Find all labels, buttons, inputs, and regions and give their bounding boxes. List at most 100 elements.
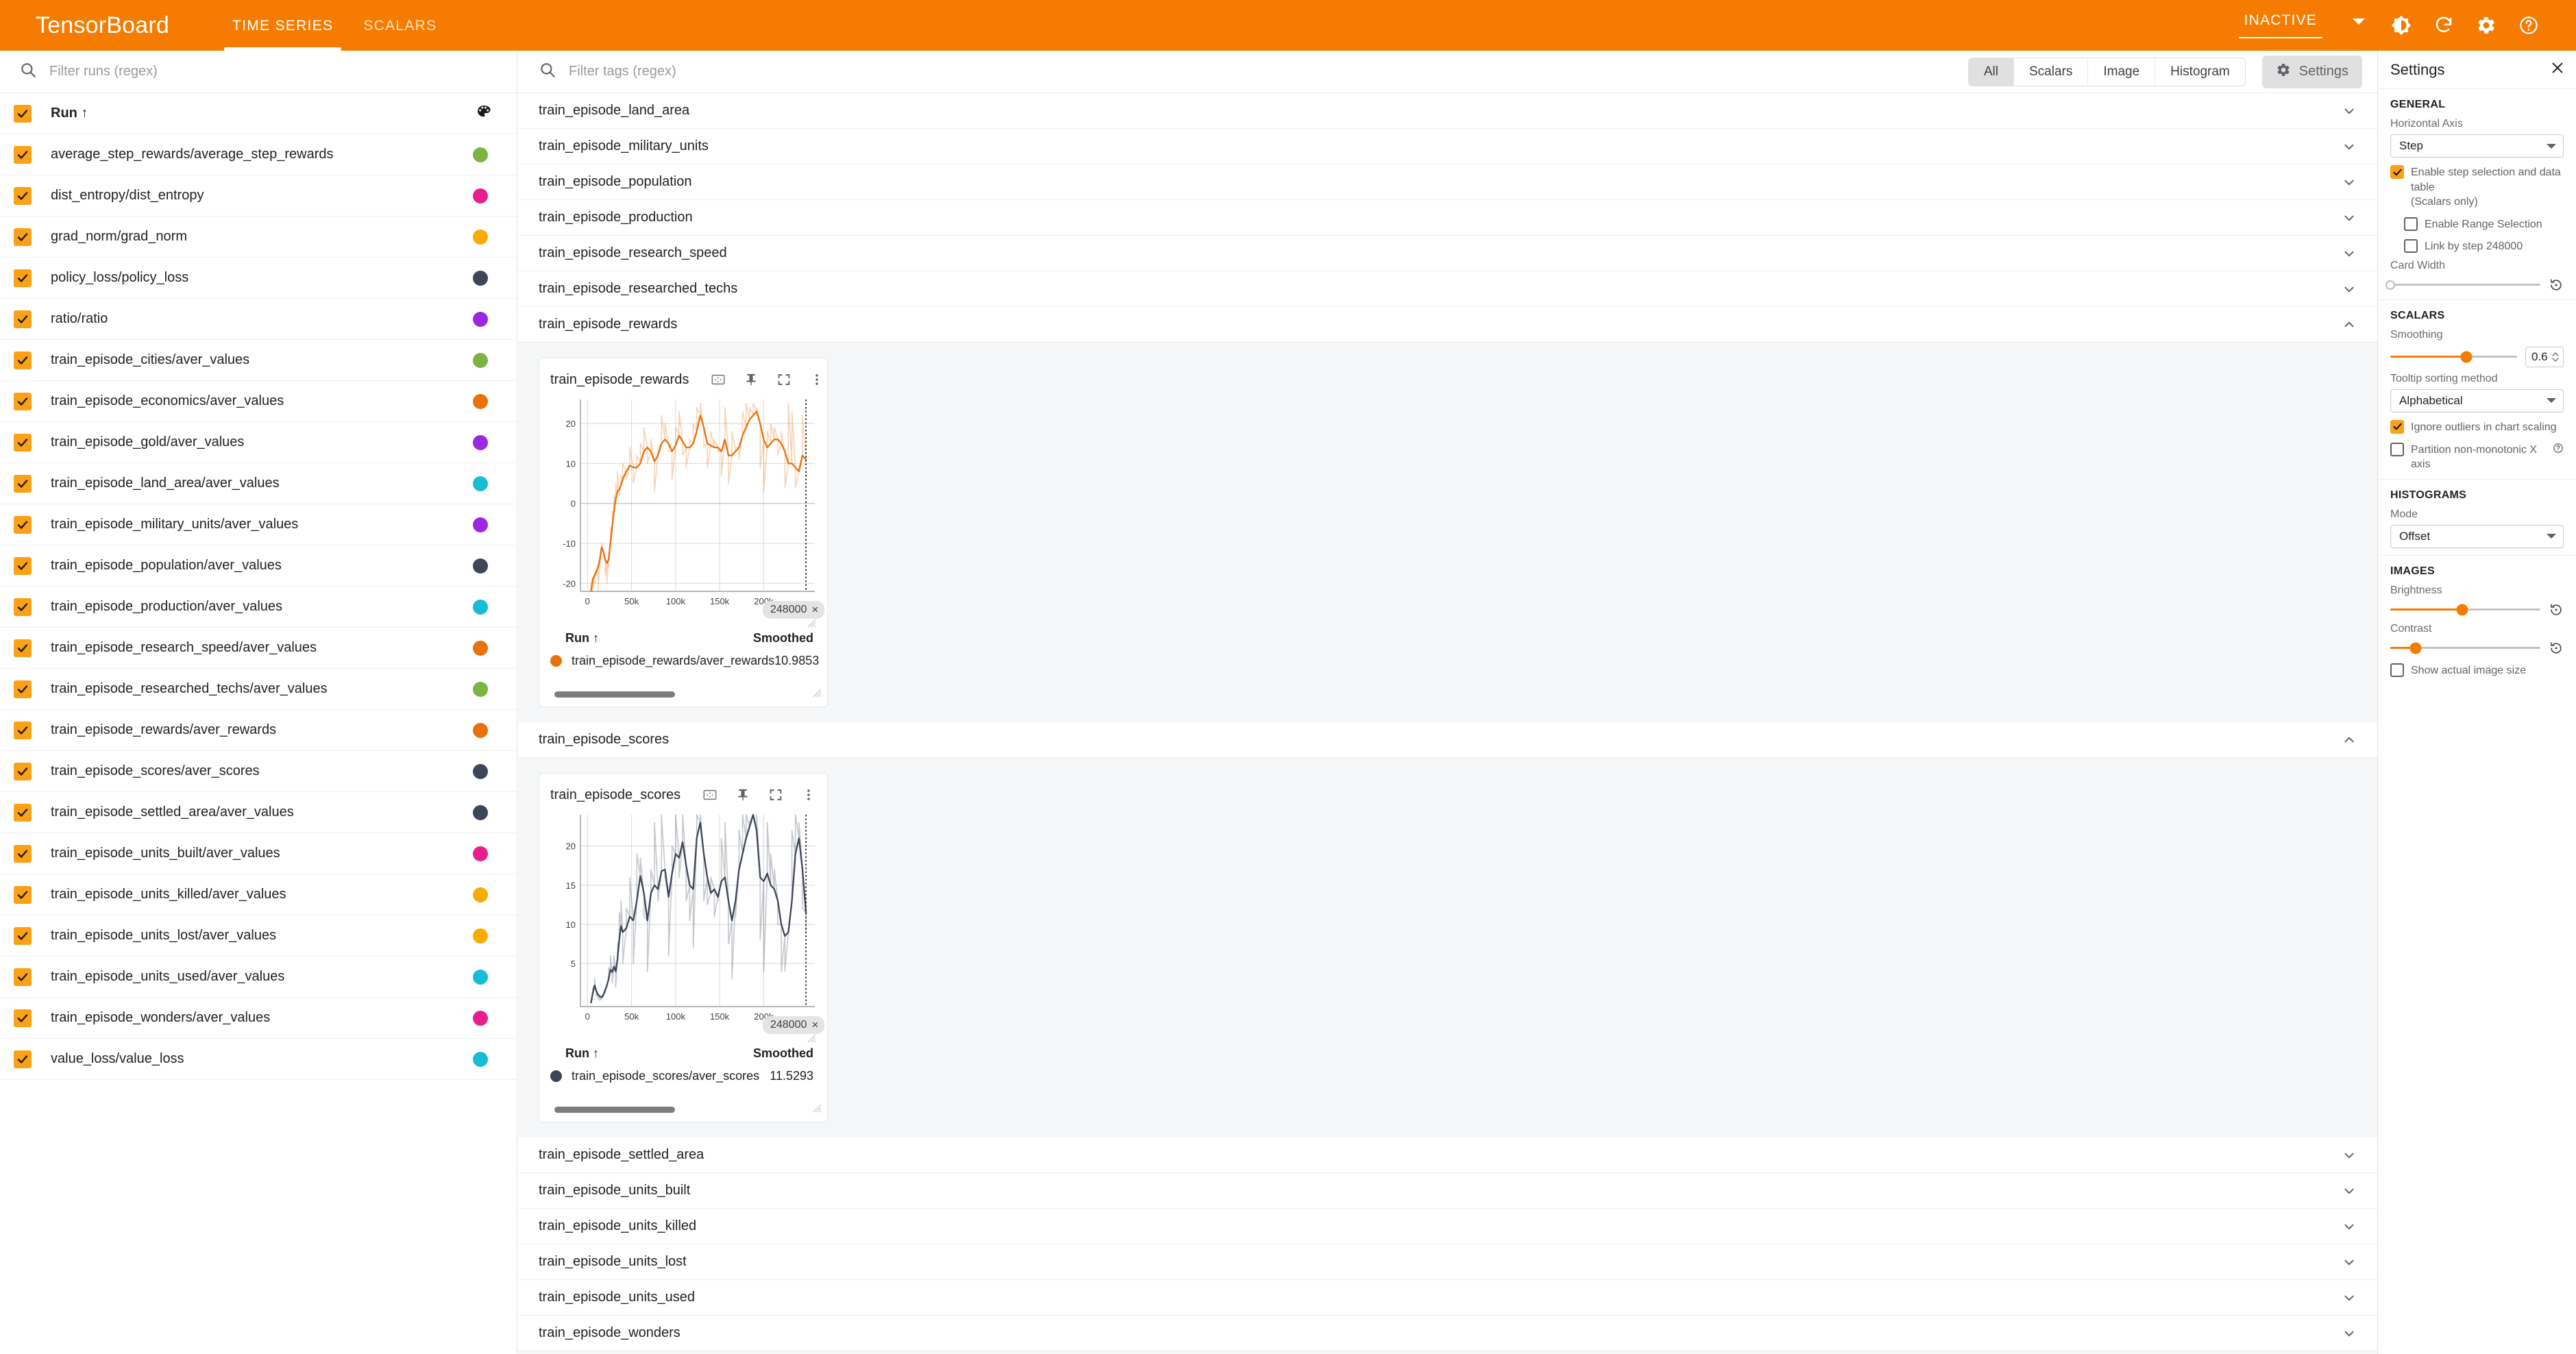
run-checkbox[interactable]	[14, 639, 32, 657]
run-row[interactable]: dist_entropy/dist_entropy	[0, 175, 517, 217]
fit-domain-icon[interactable]	[702, 787, 717, 802]
run-row[interactable]: average_step_rewards/average_step_reward…	[0, 134, 517, 175]
reset-icon[interactable]	[2549, 278, 2564, 293]
tag-group-header[interactable]: train_episode_land_area	[518, 93, 2377, 129]
tag-group-header[interactable]: train_episode_units_used	[518, 1280, 2377, 1316]
legend-row[interactable]: train_episode_rewards/aver_rewards 10.985…	[550, 654, 819, 668]
chevron-down-icon[interactable]	[2342, 175, 2357, 190]
legend-horizontal-scrollbar[interactable]	[550, 1107, 816, 1115]
run-row[interactable]: train_episode_military_units/aver_values	[0, 504, 517, 545]
chevron-down-icon[interactable]	[2342, 246, 2357, 261]
clear-step-icon[interactable]: ×	[811, 603, 818, 617]
enable-step-selection-row[interactable]: Enable step selection and data table (Sc…	[2390, 165, 2564, 210]
ignore-outliers-row[interactable]: Ignore outliers in chart scaling	[2390, 419, 2564, 435]
run-checkbox[interactable]	[14, 1009, 32, 1027]
run-row[interactable]: train_episode_research_speed/aver_values	[0, 628, 517, 669]
chip-histogram[interactable]: Histogram	[2155, 58, 2245, 86]
card-resize-grip[interactable]	[811, 687, 822, 701]
run-row[interactable]: train_episode_wonders/aver_values	[0, 998, 517, 1039]
chart-resize-grip[interactable]	[805, 617, 816, 631]
link-by-step-row[interactable]: Link by step 248000	[2404, 239, 2564, 254]
chevron-down-icon[interactable]	[2342, 103, 2357, 119]
run-row[interactable]: train_episode_gold/aver_values	[0, 422, 517, 463]
run-filter-bar[interactable]: Filter runs (regex)	[0, 51, 517, 93]
run-checkbox[interactable]	[14, 1050, 32, 1068]
tag-group-header[interactable]: train_episode_units_built	[518, 1173, 2377, 1209]
pin-icon[interactable]	[735, 787, 750, 802]
tag-group-header[interactable]: train_episode_production	[518, 200, 2377, 236]
legend-row[interactable]: train_episode_scores/aver_scores 11.5293	[550, 1069, 816, 1083]
tag-group-header[interactable]: train_episode_military_units	[518, 129, 2377, 164]
tag-group-header[interactable]: train_episode_population	[518, 164, 2377, 200]
run-row[interactable]: train_episode_units_built/aver_values	[0, 833, 517, 874]
run-row[interactable]: train_episode_production/aver_values	[0, 587, 517, 628]
run-status-selector[interactable]: INACTIVE	[2238, 12, 2365, 38]
fullscreen-icon[interactable]	[768, 787, 783, 802]
run-checkbox[interactable]	[14, 721, 32, 739]
run-checkbox[interactable]	[14, 269, 32, 287]
link-by-step-checkbox[interactable]	[2404, 239, 2418, 254]
brightness-slider[interactable]	[2390, 604, 2540, 616]
chart-plot[interactable]: 20 10 0 -10 -20 0 50k 100k 150k 200k 248000 ×	[550, 395, 825, 628]
chip-image[interactable]: Image	[2088, 58, 2156, 86]
clear-step-icon[interactable]: ×	[811, 1018, 818, 1032]
smoothing-stepper[interactable]: 0.6	[2525, 346, 2564, 367]
chart-plot[interactable]: 20 15 10 5 0 50k 100k 150k 200k 248000 ×	[550, 811, 825, 1043]
run-row[interactable]: train_episode_cities/aver_values	[0, 340, 517, 381]
run-row[interactable]: grad_norm/grad_norm	[0, 217, 517, 258]
run-checkbox[interactable]	[14, 145, 32, 164]
contrast-slider[interactable]	[2390, 642, 2540, 654]
run-row[interactable]: train_episode_land_area/aver_values	[0, 463, 517, 504]
run-row[interactable]: train_episode_researched_techs/aver_valu…	[0, 669, 517, 710]
chevron-down-icon[interactable]	[2342, 210, 2357, 225]
run-checkbox[interactable]	[14, 803, 32, 822]
tab-time-series[interactable]: TIME SERIES	[217, 1, 348, 51]
run-row[interactable]: policy_loss/policy_loss	[0, 258, 517, 299]
fullscreen-icon[interactable]	[776, 372, 792, 387]
tag-group-header[interactable]: train_episode_settled_area	[518, 1137, 2377, 1173]
overflow-menu-icon[interactable]	[809, 372, 824, 387]
chevron-up-icon[interactable]	[2342, 733, 2357, 748]
chevron-down-icon[interactable]	[2342, 1326, 2357, 1341]
brightness-icon[interactable]	[2380, 4, 2422, 47]
show-actual-image-size-row[interactable]: Show actual image size	[2390, 663, 2564, 678]
chip-scalars[interactable]: Scalars	[2013, 58, 2089, 86]
enable-step-selection-checkbox[interactable]	[2390, 165, 2404, 179]
legend-horizontal-scrollbar[interactable]	[550, 691, 816, 700]
run-row[interactable]: train_episode_units_used/aver_values	[0, 957, 517, 998]
run-checkbox[interactable]	[14, 515, 32, 534]
chevron-down-icon[interactable]	[2342, 1290, 2357, 1305]
tag-group-header[interactable]: train_episode_scores	[518, 722, 2377, 758]
chevron-down-icon[interactable]	[2342, 1148, 2357, 1163]
run-row[interactable]: value_loss/value_loss	[0, 1039, 517, 1080]
ignore-outliers-checkbox[interactable]	[2390, 419, 2404, 434]
run-checkbox[interactable]	[14, 598, 32, 616]
run-row[interactable]: train_episode_economics/aver_values	[0, 381, 517, 422]
run-checkbox[interactable]	[14, 310, 32, 328]
partition-x-axis-checkbox[interactable]	[2390, 442, 2404, 456]
run-checkbox[interactable]	[14, 968, 32, 986]
tab-scalars[interactable]: SCALARS	[348, 1, 452, 51]
smoothing-slider[interactable]	[2390, 351, 2517, 363]
tooltip-sorting-select[interactable]: Alphabetical	[2390, 389, 2564, 413]
chevron-down-icon[interactable]	[2342, 139, 2357, 154]
help-icon[interactable]	[2553, 443, 2564, 457]
reset-icon[interactable]	[2549, 602, 2564, 617]
tag-group-header[interactable]: train_episode_researched_techs	[518, 271, 2377, 307]
chevron-down-icon[interactable]	[2342, 1255, 2357, 1270]
run-checkbox[interactable]	[14, 926, 32, 945]
help-icon[interactable]	[2507, 4, 2550, 47]
tag-group-header[interactable]: train_episode_research_speed	[518, 236, 2377, 271]
card-resize-grip[interactable]	[811, 1102, 822, 1116]
tag-group-header[interactable]: train_episode_wonders	[518, 1316, 2377, 1351]
run-checkbox[interactable]	[14, 227, 32, 246]
run-row[interactable]: train_episode_settled_area/aver_values	[0, 792, 517, 833]
histogram-mode-select[interactable]: Offset	[2390, 524, 2564, 548]
run-checkbox[interactable]	[14, 885, 32, 904]
stepper-arrows-icon[interactable]	[2551, 350, 2560, 364]
run-row[interactable]: train_episode_units_killed/aver_values	[0, 874, 517, 915]
chevron-up-icon[interactable]	[2342, 317, 2357, 332]
chevron-down-icon[interactable]	[2342, 282, 2357, 297]
chip-all[interactable]: All	[1968, 58, 2014, 86]
chevron-down-icon[interactable]	[2342, 1219, 2357, 1234]
